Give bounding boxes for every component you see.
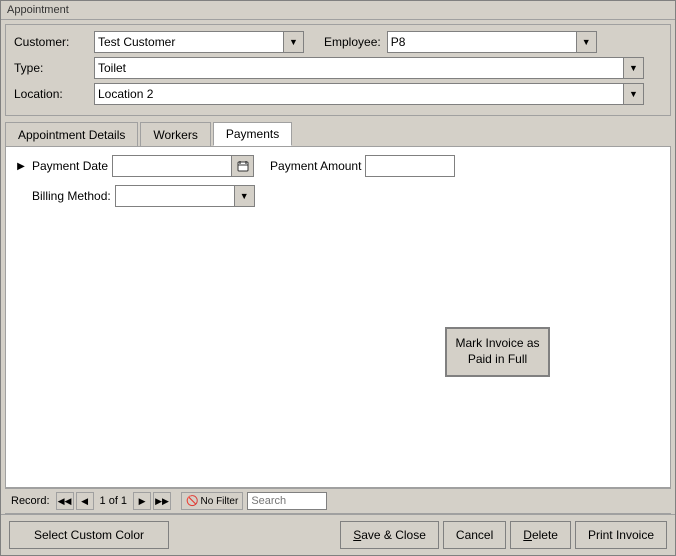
tab-appointment-details[interactable]: Appointment Details <box>5 122 138 146</box>
type-row: Type: ▼ <box>14 57 662 79</box>
window-title: Appointment <box>1 1 675 20</box>
billing-method-label: Billing Method: <box>32 189 111 203</box>
record-next-btn[interactable]: ▶ <box>133 492 151 510</box>
cancel-button[interactable]: Cancel <box>443 521 506 549</box>
billing-method-input[interactable] <box>115 185 235 207</box>
employee-input[interactable] <box>387 31 577 53</box>
delete-button[interactable]: Delete <box>510 521 571 549</box>
record-count: 1 of 1 <box>100 495 128 507</box>
filter-section: 🚫 No Filter <box>181 492 327 510</box>
customer-dropdown-btn[interactable]: ▼ <box>284 31 304 53</box>
payment-amount-label: Payment Amount <box>270 159 361 173</box>
mark-invoice-paid-button[interactable]: Mark Invoice as Paid in Full <box>445 327 550 377</box>
employee-label: Employee: <box>324 35 381 49</box>
billing-method-row: Billing Method: ▼ <box>32 185 662 207</box>
tabs-area: Appointment Details Workers Payments <box>5 122 671 146</box>
record-navigator-bar: Record: ◀◀ ◀ 1 of 1 ▶ ▶▶ 🚫 No Filter <box>5 488 671 514</box>
type-input[interactable] <box>94 57 624 79</box>
record-last-btn[interactable]: ▶▶ <box>153 492 171 510</box>
calendar-icon[interactable] <box>232 155 254 177</box>
type-label: Type: <box>14 61 94 75</box>
location-input[interactable] <box>94 83 624 105</box>
record-first-btn[interactable]: ◀◀ <box>56 492 74 510</box>
record-arrow-icon: ▶ <box>14 159 28 173</box>
payment-amount-input[interactable] <box>365 155 455 177</box>
no-filter-btn[interactable]: 🚫 No Filter <box>181 492 243 510</box>
appointment-form: Customer: ▼ Employee: ▼ Type: ▼ Location… <box>5 24 671 116</box>
payment-date-input[interactable] <box>112 155 232 177</box>
payment-date-label: Payment Date <box>32 159 108 173</box>
payment-header-row: ▶ Payment Date Payment Amount <box>14 155 662 177</box>
location-row: Location: ▼ <box>14 83 662 105</box>
select-custom-color-button[interactable]: Select Custom Color <box>9 521 169 549</box>
tab-content-payments: ▶ Payment Date Payment Amount Billing Me… <box>5 146 671 488</box>
save-close-button[interactable]: Save & Close <box>340 521 439 549</box>
print-invoice-button[interactable]: Print Invoice <box>575 521 667 549</box>
location-dropdown-btn[interactable]: ▼ <box>624 83 644 105</box>
no-filter-label: No Filter <box>201 496 239 507</box>
tab-payments[interactable]: Payments <box>213 122 292 146</box>
appointment-window: Appointment Customer: ▼ Employee: ▼ Type… <box>0 0 676 556</box>
type-dropdown-btn[interactable]: ▼ <box>624 57 644 79</box>
customer-employee-row: Customer: ▼ Employee: ▼ <box>14 31 662 53</box>
employee-dropdown-btn[interactable]: ▼ <box>577 31 597 53</box>
tab-workers[interactable]: Workers <box>140 122 210 146</box>
tab-content-wrapper: ▶ Payment Date Payment Amount Billing Me… <box>1 146 675 514</box>
bottom-button-bar: Select Custom Color Save & Close Cancel … <box>1 514 675 555</box>
tabs-bar: Appointment Details Workers Payments <box>5 122 671 146</box>
search-input[interactable] <box>247 492 327 510</box>
employee-section: Employee: ▼ <box>324 31 597 53</box>
record-label: Record: <box>11 495 50 507</box>
billing-method-dropdown-btn[interactable]: ▼ <box>235 185 255 207</box>
location-label: Location: <box>14 87 94 101</box>
record-prev-btn[interactable]: ◀ <box>76 492 94 510</box>
customer-input[interactable] <box>94 31 284 53</box>
no-filter-icon: 🚫 <box>186 496 198 507</box>
customer-label: Customer: <box>14 35 94 49</box>
